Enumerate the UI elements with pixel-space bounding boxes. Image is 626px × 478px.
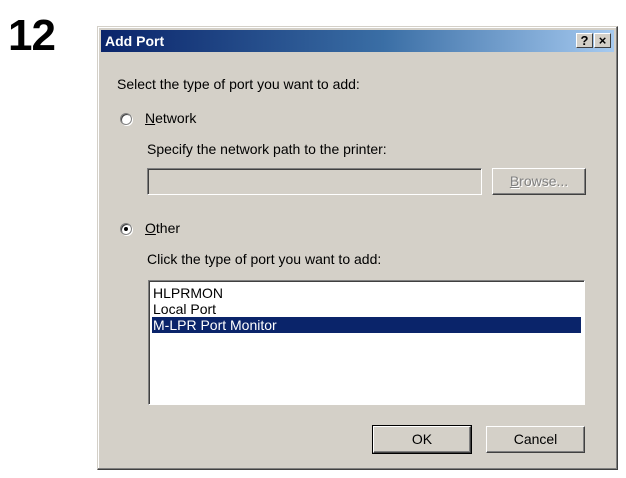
radio-selected-dot <box>124 227 128 231</box>
port-type-list[interactable]: HLPRMON Local Port M-LPR Port Monitor <box>148 280 585 405</box>
browse-hotkey: B <box>509 173 520 189</box>
dialog-title: Add Port <box>105 33 165 49</box>
network-radio[interactable] <box>120 113 132 125</box>
cancel-button[interactable]: Cancel <box>486 426 585 453</box>
other-port-description: Click the type of port you want to add: <box>147 251 382 267</box>
list-item-selected[interactable]: M-LPR Port Monitor <box>152 317 581 333</box>
close-icon: × <box>598 33 607 48</box>
browse-label-text: rowse... <box>519 173 569 189</box>
other-radio-label[interactable]: Other <box>145 220 180 236</box>
other-hotkey: O <box>145 220 156 236</box>
step-number: 12 <box>8 11 56 60</box>
other-label-text: ther <box>155 220 181 236</box>
close-button[interactable]: × <box>594 33 611 48</box>
network-path-description: Specify the network path to the printer: <box>147 141 387 157</box>
help-button[interactable]: ? <box>576 33 593 48</box>
help-icon: ? <box>580 33 589 48</box>
network-path-input[interactable] <box>147 168 482 195</box>
other-radio[interactable] <box>120 223 132 235</box>
add-port-dialog: Add Port ? × Select the type of port you… <box>97 26 618 470</box>
network-radio-label[interactable]: Network <box>145 110 196 126</box>
ok-button[interactable]: OK <box>372 425 472 454</box>
network-hotkey: N <box>145 110 156 126</box>
list-item[interactable]: HLPRMON <box>152 285 581 301</box>
browse-button[interactable]: Browse... <box>492 168 586 195</box>
list-item[interactable]: Local Port <box>152 301 581 317</box>
port-type-prompt: Select the type of port you want to add: <box>117 76 360 92</box>
network-label-text: etwork <box>155 110 197 126</box>
title-bar[interactable]: Add Port ? × <box>101 30 614 52</box>
